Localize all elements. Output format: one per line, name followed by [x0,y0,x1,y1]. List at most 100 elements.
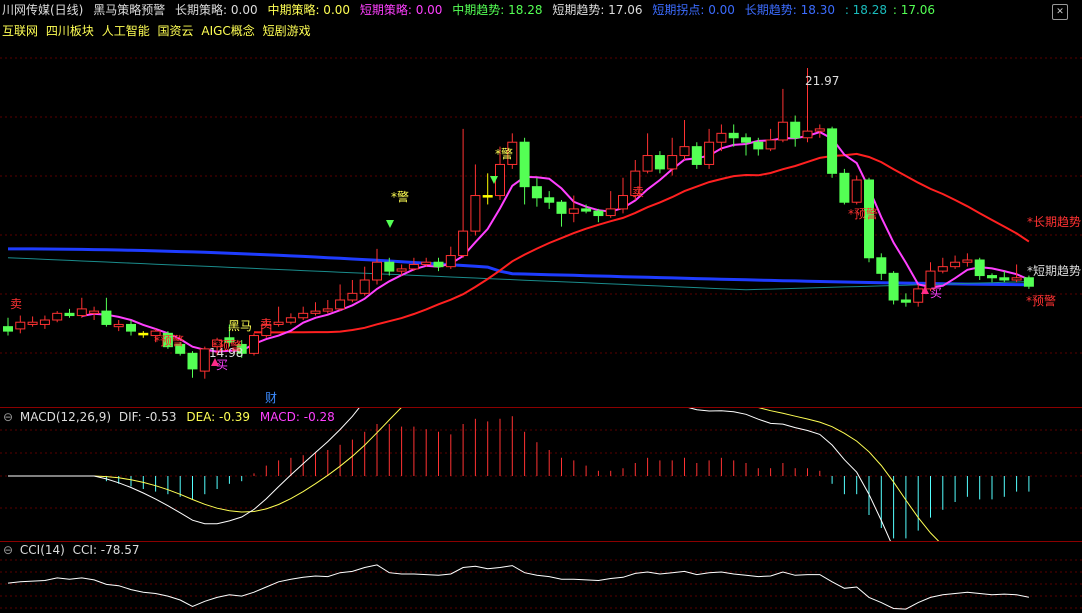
macd-title[interactable]: MACD(12,26,9) [20,410,111,424]
candle-body-27 [335,299,346,310]
long-strategy: 长期策略: 0.00 [175,3,258,17]
value-2: : 17.06 [892,3,936,17]
macd-value: MACD: -0.28 [259,410,335,424]
candle-body-57 [704,141,715,165]
jing-label-1: *警 [391,189,409,204]
jing-label-2: *警 [495,146,513,161]
candle-body-10 [126,323,136,332]
candle-body-29 [359,279,370,294]
value-1: : 18.28 [844,3,888,17]
cci-pane[interactable]: ⊖ CCI(14) CCI: -78.57 [0,542,1082,613]
close-icon[interactable]: ✕ [1052,4,1068,20]
cai-label: 财 [265,391,277,405]
candle-body-22 [273,321,284,325]
tag-0[interactable]: 互联网 [2,24,38,38]
candle-body-6 [76,308,87,317]
dif-line [8,408,891,541]
mid-trend-line [253,152,1030,334]
candle-body-11 [138,332,149,336]
candle-body-42 [519,141,530,188]
candle-body-32 [396,268,407,272]
candle-body-58 [716,132,727,143]
high-price-label: 21.97 [805,74,839,88]
cci-title[interactable]: CCI(14) [20,543,65,557]
long-trend-line [8,247,1029,287]
short-pivot: 短期拐点: 0.00 [652,3,735,17]
dea-line [8,408,940,541]
warn-label-2: *预警 [212,338,242,353]
tag-5[interactable]: 短剧游戏 [263,24,311,38]
macd-chart[interactable] [0,408,1082,541]
candle-body-45 [556,201,567,214]
candle-body-61 [753,141,764,150]
candle-body-25 [310,310,321,314]
candle-body-73 [900,299,911,303]
candle-body-1 [15,321,26,330]
candle-body-5 [64,312,75,317]
long-trend: 长期趋势: 18.30 [744,3,835,17]
indicator-name[interactable]: 黑马策略预警 [93,3,165,17]
candle-body-80 [987,275,997,279]
candle-body-23 [285,317,296,323]
macd-dif: DIF: -0.53 [118,410,177,424]
cci-chart[interactable] [0,542,1082,613]
candle-body-38 [470,195,481,232]
candle-body-46 [568,208,579,214]
tag-4[interactable]: AIGC概念 [201,24,254,38]
candle-body-39 [482,195,493,198]
candle-body-66 [814,128,825,132]
warn-label-4: *预警 [1026,293,1056,308]
candle-body-0 [3,326,13,332]
macd-collapse-icon[interactable]: ⊖ [3,410,13,424]
candle-body-4 [52,312,63,321]
candle-body-15 [187,352,198,370]
candle-body-16 [199,348,210,372]
candle-body-81 [999,277,1010,281]
candle-body-47 [581,208,592,212]
tag-1[interactable]: 四川板块 [46,24,94,38]
buy-label-2: 买 [930,286,942,300]
candle-body-26 [322,308,333,312]
price-header: 川网传媒(日线) 黑马策略预警 长期策略: 0.00 中期策略: 0.00 短期… [0,0,941,20]
candle-body-31 [384,261,395,272]
price-chart[interactable]: 21.9714.98黑马*预警 *预警*预警*预警*警*警买买卖卖卖财*长期趋势*… [0,0,1082,407]
sell-label-2: 卖 [260,317,272,331]
candle-body-56 [691,146,702,165]
candle-body-59 [728,132,739,139]
candle-body-82 [1011,277,1022,281]
candle-body-77 [950,261,961,268]
candle-body-24 [298,312,309,319]
candle-body-64 [790,121,801,139]
warn-label-1: *预警 [154,333,184,348]
candle-body-52 [642,155,653,172]
sell-label-1: 卖 [10,297,22,311]
macd-dea: DEA: -0.39 [186,410,251,424]
candle-body-78 [962,259,973,263]
candle-body-34 [421,261,432,265]
candle-body-49 [605,208,616,217]
candle-body-40 [495,163,505,197]
candle-body-7 [89,310,100,314]
tag-2[interactable]: 人工智能 [102,24,150,38]
candle-body-74 [913,288,924,303]
candle-body-3 [39,319,50,325]
tag-3[interactable]: 国资云 [158,24,194,38]
candle-body-60 [741,137,751,143]
stock-name: 川网传媒(日线) [2,3,84,17]
candle-body-54 [667,155,678,170]
candle-body-53 [654,155,665,170]
cci-collapse-icon[interactable]: ⊖ [3,543,13,557]
candle-body-36 [445,255,456,268]
candle-body-68 [839,172,850,203]
price-pane[interactable]: 21.97 14.98 黑马 *预警 *预警 *预警 *预警 *警 *警买买卖卖卖财 *长期趋势 *… [0,0,1082,407]
mid-strategy: 中期策略: 0.00 [267,3,351,17]
candle-body-30 [372,261,382,281]
short-trend-tag: *短期趋势 [1027,264,1081,278]
long-trend-tag: *长期趋势 [1027,215,1081,229]
candle-body-69 [851,179,862,203]
macd-pane[interactable]: ⊖ MACD(12,26,9) DIF: -0.53 DEA: -0.39 MA… [0,408,1082,541]
candle-body-83 [1023,277,1034,287]
candle-body-67 [827,128,838,174]
candle-body-20 [249,335,259,354]
candle-body-55 [679,146,690,157]
